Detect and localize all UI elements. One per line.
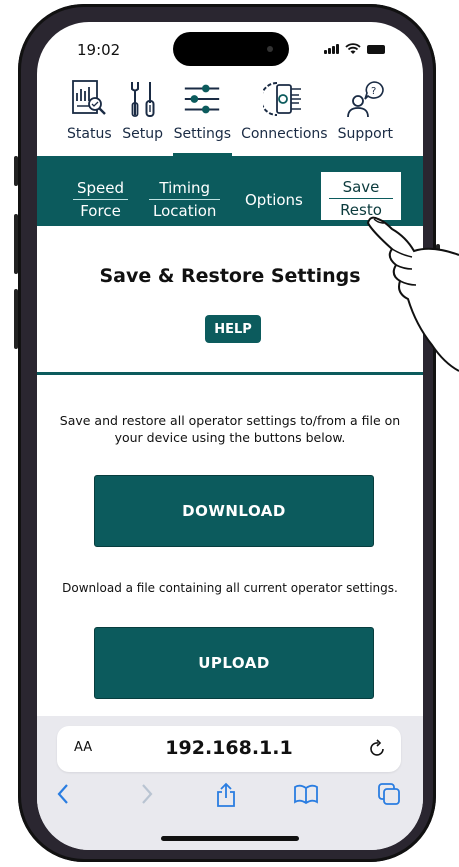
bookmarks-icon[interactable] (293, 782, 319, 810)
tab-options[interactable]: Options (241, 189, 307, 211)
tabs-icon[interactable] (377, 782, 401, 810)
signal-icon (324, 44, 339, 54)
tab-force-label: Force (80, 202, 121, 220)
nav-support-label: Support (337, 126, 393, 142)
tab-speed-label: Speed (73, 177, 129, 200)
volume-up-button (14, 214, 18, 274)
forward-icon[interactable] (139, 782, 155, 810)
help-button[interactable]: HELP (205, 315, 261, 343)
upload-button[interactable]: UPLOAD (94, 627, 374, 699)
download-note: Download a file containing all current o… (62, 581, 398, 595)
tab-speed-force[interactable]: Speed Force (73, 177, 129, 222)
phone-screen: 19:02 Status Setup Settings Connections … (37, 22, 423, 850)
nav-settings[interactable]: Settings (169, 78, 236, 156)
browser-bar: AA 192.168.1.1 (37, 716, 423, 850)
status-icons (324, 43, 385, 55)
status-bar: 19:02 (37, 22, 423, 78)
url-text: 192.168.1.1 (165, 737, 293, 759)
description-text: Save and restore all operator settings t… (59, 413, 401, 445)
browser-toolbar (37, 782, 423, 812)
nav-support[interactable]: ? Support (333, 78, 398, 156)
tab-timing-location[interactable]: Timing Location (149, 177, 221, 222)
nav-connections-label: Connections (241, 126, 328, 142)
address-bar[interactable]: AA 192.168.1.1 (57, 726, 401, 772)
nav-status-label: Status (67, 126, 112, 142)
tab-timing-label: Timing (149, 177, 221, 200)
nav-connections[interactable]: Connections (236, 78, 333, 156)
nav-setup-label: Setup (122, 126, 164, 142)
wifi-icon (345, 43, 361, 54)
nav-settings-label: Settings (173, 126, 232, 142)
nav-status[interactable]: Status (62, 78, 117, 156)
support-icon: ? (344, 78, 386, 120)
status-time: 19:02 (77, 41, 121, 59)
nav-setup[interactable]: Setup (117, 78, 169, 156)
back-icon[interactable] (55, 782, 71, 810)
tab-options-label: Options (245, 191, 303, 209)
dynamic-island (173, 32, 289, 66)
top-nav: Status Setup Settings Connections ? Supp… (37, 78, 423, 156)
tab-location-label: Location (153, 202, 217, 220)
share-icon[interactable] (215, 782, 237, 812)
battery-icon (367, 44, 385, 54)
download-button[interactable]: DOWNLOAD (94, 475, 374, 547)
status-icon (68, 78, 110, 120)
sliders-icon (181, 78, 223, 120)
mute-switch (14, 156, 18, 186)
volume-down-button (14, 289, 18, 349)
tools-icon (122, 78, 164, 120)
connections-icon (263, 78, 305, 120)
svg-text:?: ? (371, 86, 376, 97)
home-indicator (161, 836, 299, 841)
reload-icon[interactable] (369, 738, 387, 762)
pointing-hand-icon (366, 216, 459, 372)
